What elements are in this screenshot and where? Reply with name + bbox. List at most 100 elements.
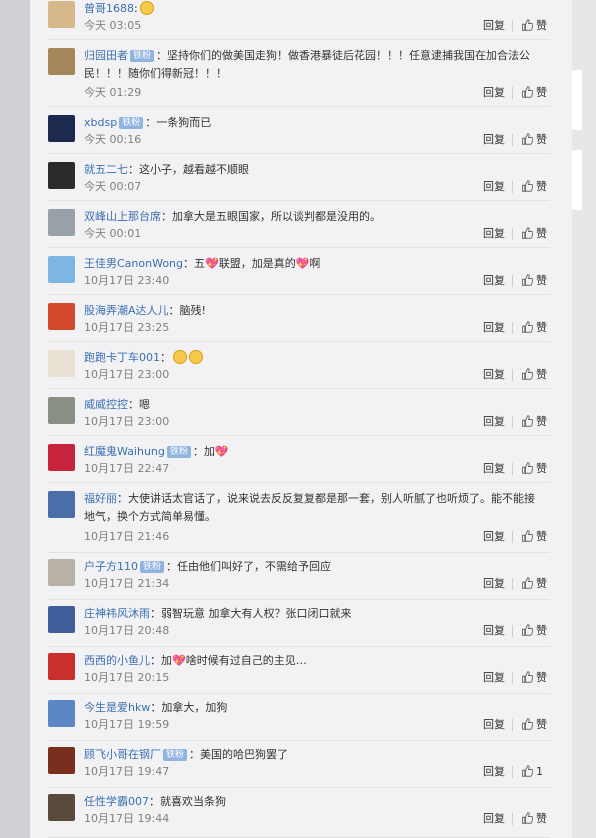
reply-button[interactable]: 回复 [483,86,505,100]
comment-body: ：大使讲话太官话了，说来说去反反复复都是那一套，别人听腻了也听烦了。能不能接地气… [84,492,535,523]
comment-time: 10月17日 23:00 [84,368,170,381]
reply-button[interactable]: 回复 [483,415,505,429]
user-avatar[interactable] [48,115,75,142]
comment-username[interactable]: 曾哥1688 [84,2,134,15]
comment-username[interactable]: 就五二七 [84,163,128,176]
like-label: 赞 [536,718,547,731]
like-label: 1 [536,765,543,778]
like-button[interactable]: 赞 [521,718,547,732]
like-button[interactable]: 赞 [521,86,547,100]
reply-button[interactable]: 回复 [483,577,505,591]
like-button[interactable]: 赞 [521,368,547,382]
thumbs-up-icon [521,530,536,543]
reply-button[interactable]: 回复 [483,133,505,147]
comment-time: 10月17日 21:34 [84,577,170,590]
user-avatar[interactable] [48,350,75,377]
comment-time: 今天 00:16 [84,133,142,146]
comment-time: 10月17日 20:15 [84,671,170,684]
like-button[interactable]: 赞 [521,19,547,33]
comment-username[interactable]: 跑跑卡丁车001 [84,351,160,364]
comment-item: 福好丽：大使讲话太官话了，说来说去反反复复都是那一套，别人听腻了也听烦了。能不能… [30,483,572,553]
like-button[interactable]: 赞 [521,274,547,288]
like-button[interactable]: 赞 [521,133,547,147]
action-divider [512,228,513,240]
reply-button[interactable]: 回复 [483,624,505,638]
user-avatar[interactable] [48,747,75,774]
reply-button[interactable]: 回复 [483,462,505,476]
comment-username[interactable]: 福好丽 [84,492,117,505]
comment-username[interactable]: 户子方110 [84,560,138,573]
thumbs-up-icon [521,368,536,381]
smile-emoji [189,350,203,364]
comment-username[interactable]: 庄神祎风沐雨 [84,607,150,620]
action-divider [512,416,513,428]
thumbs-up-icon [521,415,536,428]
comment-username[interactable]: 西西的小鱼儿 [84,654,150,667]
like-button[interactable]: 赞 [521,671,547,685]
reply-button[interactable]: 回复 [483,718,505,732]
user-avatar[interactable] [48,397,75,424]
reply-button[interactable]: 回复 [483,19,505,33]
like-button[interactable]: 赞 [521,415,547,429]
comment-username[interactable]: 双峰山上那台席 [84,210,161,223]
user-avatar[interactable] [48,653,75,680]
user-avatar[interactable] [48,1,75,28]
comment-username[interactable]: 今生是爱hkw [84,701,150,714]
comment-username[interactable]: 股海弄潮A达人儿 [84,304,169,317]
reply-button[interactable]: 回复 [483,321,505,335]
comment-username[interactable]: 任性学霸007 [84,795,149,808]
comment-text: xbdsp 铁粉 ：一条狗而已 [84,114,544,132]
reply-button[interactable]: 回复 [483,812,505,826]
comment-body: ：加拿大是五眼国家，所以谈判都是没用的。 [161,210,381,223]
like-button[interactable]: 赞 [521,180,547,194]
like-button[interactable]: 赞 [521,321,547,335]
comment-username[interactable]: xbdsp [84,116,117,129]
user-avatar[interactable] [48,303,75,330]
reply-button[interactable]: 回复 [483,274,505,288]
like-label: 赞 [536,530,547,543]
user-avatar[interactable] [48,444,75,471]
like-button[interactable]: 赞 [521,624,547,638]
comment-username[interactable]: 威威控控 [84,398,128,411]
user-avatar[interactable] [48,700,75,727]
comment-username[interactable]: 归园田者 [84,49,128,62]
like-button[interactable]: 赞 [521,530,547,544]
user-avatar[interactable] [48,209,75,236]
action-divider [512,369,513,381]
comment-username[interactable]: 红魔鬼Waihung [84,445,165,458]
comment-body: ：加拿大，加狗 [150,701,228,714]
comment-item: 王佳男CanonWong：五💖联盟，加是真的💖啊 10月17日 23:40 回复赞 [30,248,572,295]
comment-time: 10月17日 23:00 [84,415,170,428]
action-divider [512,719,513,731]
user-avatar[interactable] [48,491,75,518]
comment-username[interactable]: 王佳男CanonWong [84,257,183,270]
comment-item: 庄神祎风沐雨：弱智玩意 加拿大有人权？张口闭口就来 10月17日 20:48 回复赞 [30,600,572,647]
like-button[interactable]: 1 [521,765,543,779]
reply-button[interactable]: 回复 [483,765,505,779]
reply-button[interactable]: 回复 [483,180,505,194]
comment-item: 顾飞小哥在钢厂 铁粉 ：美国的哈巴狗罢了 10月17日 19:47 回复 1 [30,741,572,788]
user-avatar[interactable] [48,606,75,633]
reply-button[interactable]: 回复 [483,368,505,382]
comment-time: 10月17日 19:44 [84,812,170,825]
comment-username[interactable]: 顾飞小哥在钢厂 [84,748,161,761]
like-button[interactable]: 赞 [521,577,547,591]
user-avatar[interactable] [48,162,75,189]
comment-text: 归园田者 铁粉 ：坚持你们的做美国走狗！做香港暴徒后花园！！！任意逮捕我国在加合法公… [84,47,544,83]
like-button[interactable]: 赞 [521,812,547,826]
like-label: 赞 [536,227,547,240]
user-avatar[interactable] [48,48,75,75]
action-divider [512,322,513,334]
reply-button[interactable]: 回复 [483,671,505,685]
user-avatar[interactable] [48,794,75,821]
like-label: 赞 [536,415,547,428]
background-right [572,0,596,838]
reply-button[interactable]: 回复 [483,227,505,241]
action-divider [512,813,513,825]
user-avatar[interactable] [48,559,75,586]
comment-body: ： [160,351,171,364]
user-avatar[interactable] [48,256,75,283]
like-button[interactable]: 赞 [521,462,547,476]
reply-button[interactable]: 回复 [483,530,505,544]
like-button[interactable]: 赞 [521,227,547,241]
